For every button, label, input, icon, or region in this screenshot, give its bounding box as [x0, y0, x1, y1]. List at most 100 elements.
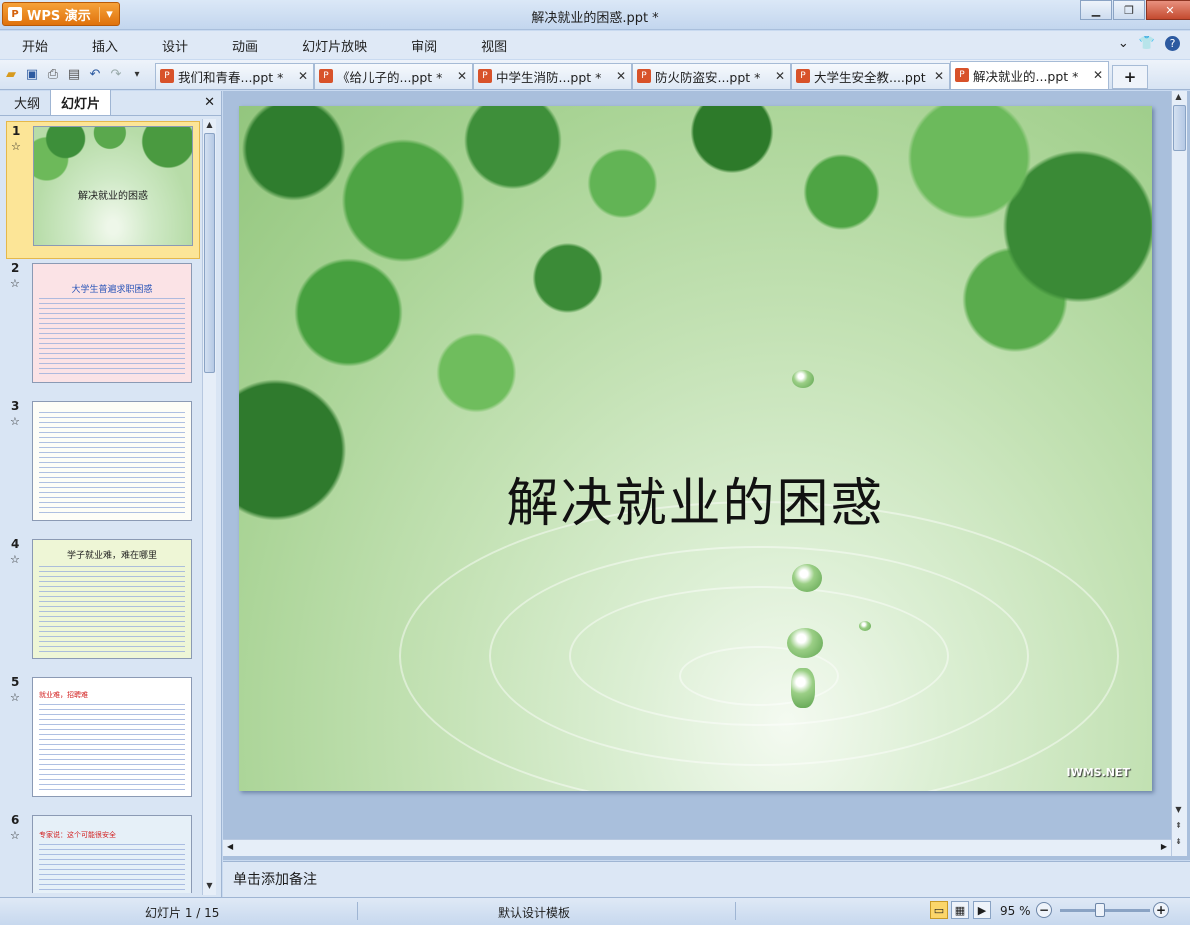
- tab-close-icon[interactable]: ✕: [615, 69, 627, 83]
- open-folder-icon[interactable]: ▰: [1, 65, 21, 85]
- menu-bar: 开始 插入 设计 动画 幻灯片放映 审阅 视图 ⌄ 👕 ?: [0, 31, 1190, 59]
- doc-tab[interactable]: P 我们和青春...ppt * ✕: [155, 62, 314, 89]
- ppt-file-icon: P: [160, 69, 174, 83]
- menu-animation[interactable]: 动画: [210, 36, 280, 55]
- slide-number: 3: [11, 399, 20, 413]
- status-bar: 幻灯片 1 / 15 默认设计模板 ▭ ▦ ▶ 95 % − +: [0, 897, 1190, 925]
- pane-close-icon[interactable]: ✕: [204, 95, 215, 110]
- menu-view[interactable]: 视图: [459, 36, 529, 55]
- watermark-logo: IWMS.NET: [1066, 766, 1131, 779]
- undo-icon[interactable]: ↶: [85, 65, 105, 85]
- scroll-down-icon[interactable]: ▼: [203, 881, 216, 894]
- slide-thumb-6[interactable]: 6 ☆ 专家说：这个可能很安全: [6, 811, 200, 893]
- skin-icon[interactable]: 👕: [1139, 36, 1155, 51]
- tab-close-icon[interactable]: ✕: [933, 69, 945, 83]
- menu-home[interactable]: 开始: [0, 36, 70, 55]
- zoom-in-icon[interactable]: +: [1153, 902, 1169, 918]
- animation-star-icon: ☆: [10, 691, 20, 704]
- slide-thumb-4[interactable]: 4 ☆ 学子就业难，难在哪里: [6, 535, 200, 673]
- menu-insert[interactable]: 插入: [70, 36, 140, 55]
- redo-icon[interactable]: ↷: [106, 65, 126, 85]
- menu-review[interactable]: 审阅: [389, 36, 459, 55]
- tab-close-icon[interactable]: ✕: [297, 69, 309, 83]
- menu-design[interactable]: 设计: [140, 36, 210, 55]
- ppt-file-icon: P: [955, 68, 969, 82]
- current-slide[interactable]: 解决就业的困惑 IWMS.NET: [239, 106, 1152, 791]
- maximize-button[interactable]: ❐: [1113, 0, 1145, 20]
- slide-preview-title: 解决就业的困惑: [78, 191, 148, 202]
- scroll-up-icon[interactable]: ▲: [203, 120, 216, 133]
- ppt-file-icon: P: [478, 69, 492, 83]
- close-button[interactable]: ✕: [1146, 0, 1190, 20]
- collapse-ribbon-icon[interactable]: ⌄: [1118, 36, 1129, 51]
- next-slide-icon[interactable]: ⇟: [1172, 837, 1185, 850]
- scroll-left-icon[interactable]: ◀: [227, 842, 233, 851]
- doc-tab-label: 大学生安全教....ppt *: [814, 69, 929, 85]
- scroll-thumb[interactable]: [1173, 105, 1186, 151]
- slide-sorter-icon[interactable]: ▦: [951, 901, 969, 919]
- tab-close-icon[interactable]: ✕: [456, 69, 468, 83]
- slide-thumb-1[interactable]: 1 ☆ 解决就业的困惑: [6, 121, 200, 259]
- slide-counter: 幻灯片 1 / 15: [145, 906, 220, 920]
- tab-close-icon[interactable]: ✕: [1092, 68, 1104, 82]
- print-preview-icon[interactable]: ▤: [64, 65, 84, 85]
- slide-thumb-2[interactable]: 2 ☆ 大学生普遍求职困惑: [6, 259, 200, 397]
- slide-thumbnails: 1 ☆ 解决就业的困惑 2 ☆ 大学生普遍求职困惑 3 ☆ 4 ☆ 学子就业难，…: [6, 121, 200, 893]
- slide-preview: 大学生普遍求职困惑: [32, 263, 192, 383]
- new-tab-button[interactable]: +: [1112, 64, 1148, 89]
- slide-preview: [32, 401, 192, 521]
- minimize-button[interactable]: ▁: [1080, 0, 1112, 20]
- normal-view-icon[interactable]: ▭: [930, 901, 948, 919]
- doc-tab-label: 《给儿子的...ppt *: [337, 69, 443, 85]
- save-icon[interactable]: ▣: [22, 65, 42, 85]
- help-icon[interactable]: ?: [1165, 36, 1180, 51]
- slide-title[interactable]: 解决就业的困惑: [239, 461, 1152, 536]
- editor-horizontal-scrollbar[interactable]: ◀ ▶: [223, 839, 1171, 856]
- tab-slides[interactable]: 幻灯片: [50, 89, 112, 115]
- slide-thumb-5[interactable]: 5 ☆ 就业难，招聘难: [6, 673, 200, 811]
- slide-number: 4: [11, 537, 20, 551]
- ppt-file-icon: P: [796, 69, 810, 83]
- zoom-out-icon[interactable]: −: [1036, 902, 1052, 918]
- slide-number: 6: [11, 813, 20, 827]
- doc-tab-label: 我们和青春...ppt *: [178, 69, 284, 85]
- title-bar: P WPS 演示 ▾ 解决就业的困惑.ppt * ▁ ❐ ✕: [0, 0, 1190, 30]
- slide-preview-title: 学子就业难，难在哪里: [66, 551, 157, 561]
- scroll-down-icon[interactable]: ▼: [1172, 805, 1185, 818]
- print-icon[interactable]: ⎙: [43, 65, 63, 85]
- slide-number: 5: [11, 675, 20, 689]
- doc-tab[interactable]: P 大学生安全教....ppt * ✕: [791, 62, 950, 89]
- tab-close-icon[interactable]: ✕: [774, 69, 786, 83]
- doc-tab[interactable]: P 中学生消防...ppt * ✕: [473, 62, 632, 89]
- tab-outline[interactable]: 大纲: [4, 90, 50, 115]
- ppt-file-icon: P: [637, 69, 651, 83]
- animation-star-icon: ☆: [10, 553, 20, 566]
- slides-pane: 大纲 幻灯片 ✕ 1 ☆ 解决就业的困惑 2 ☆ 大学生普遍求职困惑 3 ☆ 4…: [0, 89, 222, 897]
- menu-slideshow[interactable]: 幻灯片放映: [280, 36, 389, 55]
- doc-tab-active[interactable]: P 解决就业的...ppt * ✕: [950, 60, 1109, 89]
- doc-tab-label: 中学生消防...ppt *: [496, 69, 602, 85]
- zoom-level[interactable]: 95 %: [1000, 904, 1031, 918]
- doc-tab-label: 解决就业的...ppt *: [973, 68, 1079, 84]
- window-controls: ▁ ❐ ✕: [1080, 0, 1190, 20]
- scroll-up-icon[interactable]: ▲: [1172, 92, 1185, 105]
- zoom-slider-handle[interactable]: [1095, 903, 1105, 917]
- doc-tab[interactable]: P 防火防盗安...ppt * ✕: [632, 62, 791, 89]
- zoom-slider[interactable]: [1060, 909, 1150, 912]
- slide-number: 1: [12, 124, 21, 138]
- editor-vertical-scrollbar[interactable]: ▲ ▼ ⇞ ⇟: [1171, 91, 1187, 856]
- customize-icon[interactable]: ▾: [127, 65, 147, 85]
- slide-preview-title: 就业难，招聘难: [39, 691, 88, 699]
- thumbnails-scrollbar[interactable]: ▲ ▼: [202, 119, 216, 895]
- slide-preview: 解决就业的困惑: [33, 126, 193, 246]
- previous-slide-icon[interactable]: ⇞: [1172, 821, 1185, 834]
- design-template-label[interactable]: 默认设计模板: [498, 904, 570, 921]
- scroll-right-icon[interactable]: ▶: [1161, 842, 1167, 851]
- doc-tab[interactable]: P 《给儿子的...ppt * ✕: [314, 62, 473, 89]
- window-title: 解决就业的困惑.ppt *: [531, 11, 659, 26]
- scroll-thumb[interactable]: [204, 133, 215, 373]
- notes-pane[interactable]: 单击添加备注: [223, 861, 1190, 897]
- ppt-file-icon: P: [319, 69, 333, 83]
- slideshow-icon[interactable]: ▶: [973, 901, 991, 919]
- slide-thumb-3[interactable]: 3 ☆: [6, 397, 200, 535]
